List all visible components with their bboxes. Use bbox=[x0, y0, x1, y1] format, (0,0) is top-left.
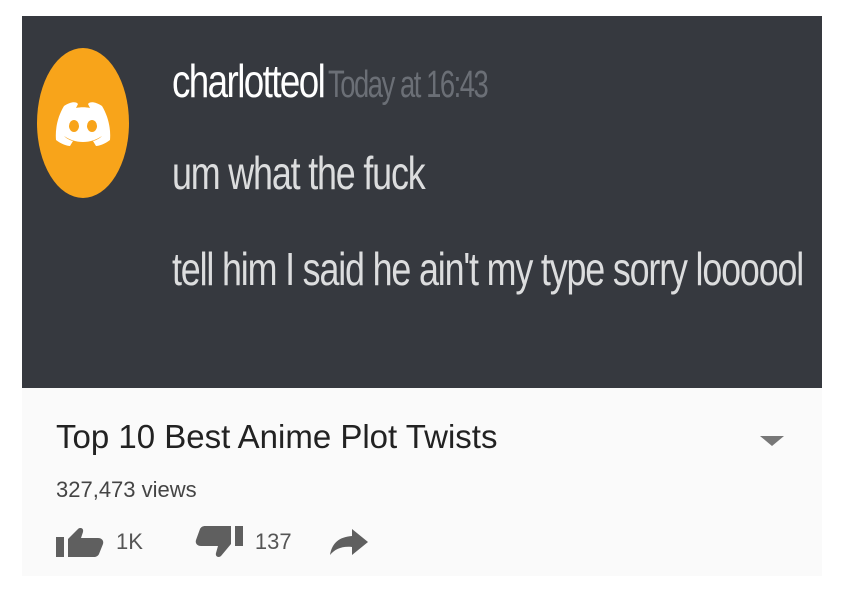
youtube-video-info: Top 10 Best Anime Plot Twists 327,473 vi… bbox=[22, 388, 822, 576]
discord-message-panel: charlotteol Today at 16:43 um what the f… bbox=[22, 16, 822, 388]
like-button[interactable]: 1K bbox=[56, 527, 143, 557]
message-body: charlotteol Today at 16:43 um what the f… bbox=[172, 54, 812, 295]
username[interactable]: charlotteol bbox=[172, 54, 326, 108]
meme-composite: charlotteol Today at 16:43 um what the f… bbox=[22, 16, 822, 576]
dislike-count: 137 bbox=[254, 529, 292, 554]
message-header: charlotteol Today at 16:43 bbox=[172, 54, 812, 108]
video-title: Top 10 Best Anime Plot Twists bbox=[56, 418, 498, 455]
chevron-down-icon[interactable] bbox=[760, 436, 784, 446]
share-button[interactable] bbox=[329, 529, 368, 555]
message-line-2: tell him I said he ain't my type sorry l… bbox=[172, 243, 804, 295]
dislike-button[interactable]: 137 bbox=[195, 526, 292, 558]
user-avatar[interactable] bbox=[37, 48, 129, 198]
view-count: 327,473 views bbox=[56, 477, 197, 502]
discord-logo-icon bbox=[55, 102, 111, 146]
thumbs-down-icon bbox=[195, 526, 243, 557]
message-line-1: um what the fuck bbox=[172, 147, 426, 199]
thumbs-up-icon bbox=[56, 528, 104, 557]
video-actions: 1K 137 bbox=[56, 526, 368, 558]
message-timestamp: Today at 16:43 bbox=[328, 64, 489, 106]
like-count: 1K bbox=[116, 529, 143, 554]
share-arrow-icon bbox=[329, 529, 368, 555]
